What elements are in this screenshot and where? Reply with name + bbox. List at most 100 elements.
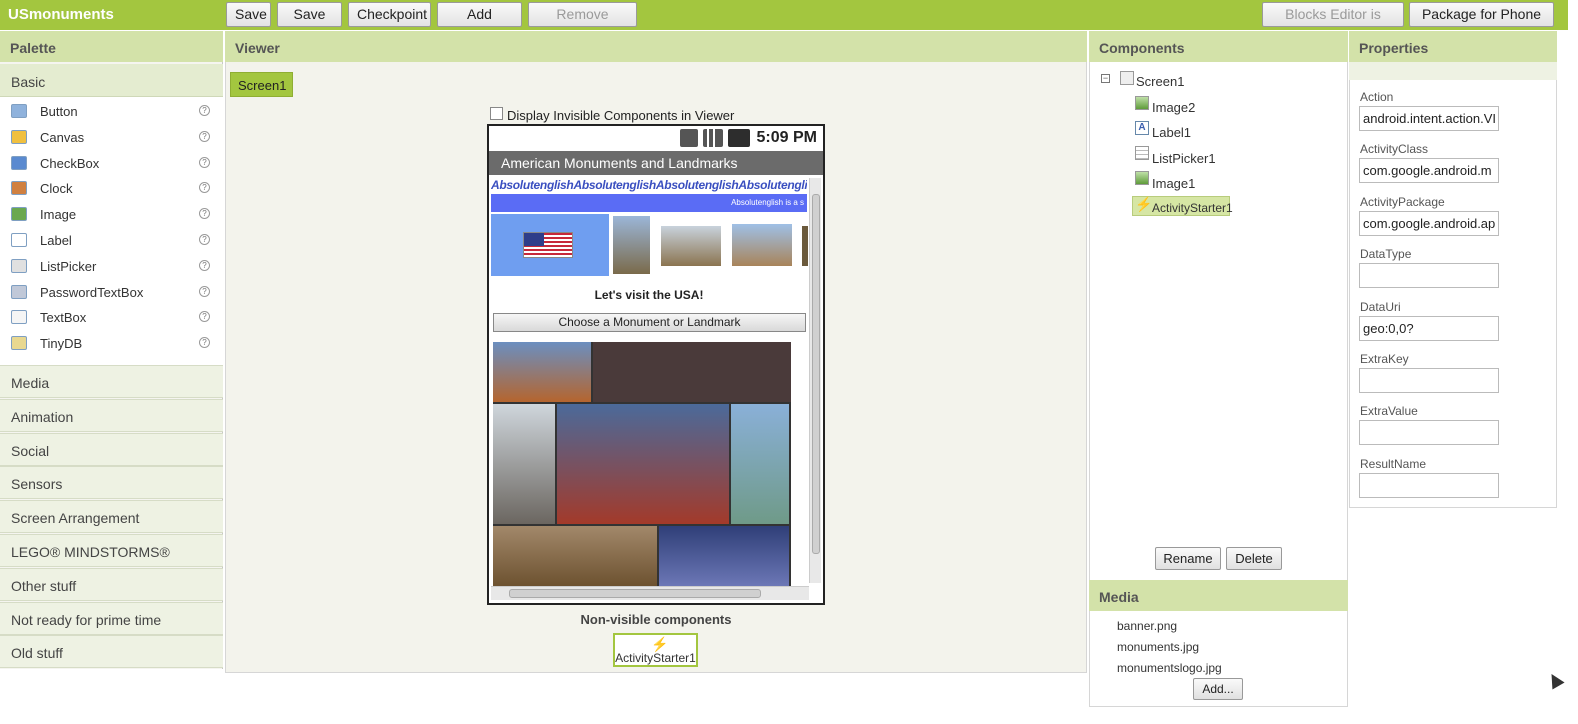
password-icon xyxy=(11,284,27,299)
palette-category-4[interactable]: Screen Arrangement xyxy=(0,500,223,534)
palette-item-label: TinyDB xyxy=(40,336,83,352)
media-file-monuments[interactable]: monuments.jpg xyxy=(1117,640,1199,654)
palette-item-tinydb[interactable]: TinyDB? xyxy=(0,332,223,358)
vertical-scroll-thumb[interactable] xyxy=(812,194,820,554)
clock-icon xyxy=(11,181,27,196)
media-header: Media xyxy=(1089,580,1348,611)
palette-item-listpicker[interactable]: ListPicker? xyxy=(0,255,223,281)
listpicker-icon xyxy=(1135,146,1149,160)
monument-thumb-1 xyxy=(613,216,650,274)
tree-item-image2[interactable]: Image2 xyxy=(1150,97,1197,117)
status-time: 5:09 PM xyxy=(756,129,817,146)
palette-item-label: Button xyxy=(40,104,78,119)
horizontal-scroll-thumb[interactable] xyxy=(509,589,761,598)
help-icon[interactable]: ? xyxy=(199,182,210,194)
help-icon[interactable]: ? xyxy=(199,285,210,297)
add-screen-button[interactable]: Add Screen xyxy=(437,2,522,45)
palette-category-0[interactable]: Media xyxy=(0,365,223,398)
help-icon[interactable]: ? xyxy=(199,337,210,349)
palette-category-basic[interactable]: Basic xyxy=(0,64,223,97)
property-input-resultname[interactable] xyxy=(1359,472,1499,498)
display-invisible-checkbox[interactable] xyxy=(490,107,503,120)
property-input-extravalue[interactable] xyxy=(1359,420,1499,446)
help-icon[interactable]: ? xyxy=(199,234,210,245)
palette-item-label: Image xyxy=(40,207,77,223)
palette-category-7[interactable]: Not ready for prime time xyxy=(0,601,223,635)
phone-horizontal-scrollbar[interactable] xyxy=(491,586,809,600)
save-button[interactable]: Save xyxy=(226,2,271,27)
property-label: Action xyxy=(1360,90,1394,104)
property-input-extrakey[interactable] xyxy=(1359,368,1499,393)
image-icon xyxy=(1135,171,1149,185)
listpicker1-button[interactable]: Choose a Monument or Landmark xyxy=(493,313,806,332)
palette-category-2[interactable]: Social xyxy=(0,432,223,466)
image1-collage[interactable] xyxy=(493,342,791,586)
screen1-tab[interactable]: Screen1 xyxy=(230,72,293,97)
palette-item-button[interactable]: Button? xyxy=(0,100,223,126)
tree-item-activitystarter1[interactable]: ActivityStarter1 xyxy=(1150,198,1235,218)
banner-image-text: AbsolutenglishAbsolutenglishAbsolutengli… xyxy=(491,178,807,192)
palette-category-1[interactable]: Animation xyxy=(0,398,223,432)
tree-item-image1[interactable]: Image1 xyxy=(1150,173,1197,193)
palette-category-3[interactable]: Sensors xyxy=(0,466,223,500)
remove-screen-button[interactable]: Remove Screen xyxy=(528,2,637,45)
property-input-datatype[interactable] xyxy=(1359,263,1499,289)
monument-thumb-3 xyxy=(732,224,792,266)
palette-item-label[interactable]: Label? xyxy=(0,229,223,255)
help-icon[interactable]: ? xyxy=(199,259,210,271)
button-icon xyxy=(11,104,27,118)
canvas-icon xyxy=(11,129,27,144)
network-g-icon xyxy=(680,129,698,147)
checkpoint-button[interactable]: Checkpoint xyxy=(348,2,431,27)
property-input-datauri[interactable]: geo:0,0? xyxy=(1359,315,1499,341)
times-square-photo xyxy=(557,404,729,524)
image2-flag[interactable] xyxy=(491,214,609,276)
help-icon[interactable]: ? xyxy=(199,311,210,323)
palette-item-checkbox[interactable]: CheckBox? xyxy=(0,152,223,178)
help-icon[interactable]: ? xyxy=(199,156,210,168)
checkbox-icon xyxy=(11,155,27,170)
delete-button[interactable]: Delete xyxy=(1226,547,1282,570)
palette-category-6[interactable]: Other stuff xyxy=(0,567,223,601)
walk-of-fame-photo xyxy=(593,342,791,402)
phone-preview: 5:09 PM American Monuments and Landmarks… xyxy=(487,124,825,605)
battery-icon xyxy=(728,129,750,147)
property-input-activityclass[interactable]: com.google.android.m xyxy=(1359,158,1499,184)
us-flag-icon xyxy=(523,232,573,258)
collapse-icon[interactable]: − xyxy=(1101,74,1110,83)
palette-item-textbox[interactable]: TextBox? xyxy=(0,306,223,332)
property-input-activitypackage[interactable]: com.google.android.ap xyxy=(1359,210,1499,236)
property-input-action[interactable]: android.intent.action.VI xyxy=(1359,106,1499,131)
palette-item-clock[interactable]: Clock? xyxy=(0,177,223,203)
rename-button[interactable]: Rename xyxy=(1155,547,1221,570)
palette-category-5[interactable]: LEGO® MINDSTORMS® xyxy=(0,534,223,567)
empire-state-photo xyxy=(659,526,789,586)
blocks-editor-button[interactable]: Blocks Editor is open xyxy=(1262,2,1404,45)
tree-item-label1[interactable]: Label1 xyxy=(1150,122,1193,142)
palette-item-image[interactable]: Image? xyxy=(0,203,223,229)
palette-category-8[interactable]: Old stuff xyxy=(0,635,223,669)
help-icon[interactable]: ? xyxy=(199,130,210,142)
phone-vertical-scrollbar[interactable] xyxy=(809,178,821,583)
nonvisible-activitystarter1[interactable]: ⚡ ActivityStarter1 xyxy=(613,633,698,667)
palette-item-canvas[interactable]: Canvas? xyxy=(0,126,223,152)
image-icon xyxy=(11,207,27,222)
help-icon[interactable]: ? xyxy=(199,208,210,220)
status-bar: 5:09 PM xyxy=(489,126,823,151)
save-as-button[interactable]: Save As xyxy=(277,2,342,45)
property-label: ExtraValue xyxy=(1360,404,1418,419)
package-for-phone-button[interactable]: Package for Phone ▾ xyxy=(1409,2,1554,45)
statue-of-liberty-photo xyxy=(731,404,789,524)
nonvisible-item-label: ActivityStarter1 xyxy=(615,651,696,665)
nonvisible-components-title: Non-visible components xyxy=(580,612,732,627)
palette-basic-list: Button? Canvas? CheckBox? Clock? Image? Label… xyxy=(0,97,223,365)
textbox-icon xyxy=(11,310,27,325)
palette-item-passwordtextbox[interactable]: PasswordTextBox? xyxy=(0,281,223,307)
media-file-monumentslogo[interactable]: monumentslogo.jpg xyxy=(1117,661,1222,675)
tree-item-listpicker1[interactable]: ListPicker1 xyxy=(1150,148,1218,168)
display-invisible-label: Display Invisible Components in Viewer xyxy=(507,108,735,123)
tree-item-screen1[interactable]: Screen1 xyxy=(1134,71,1186,91)
add-media-button[interactable]: Add... xyxy=(1193,678,1243,700)
media-file-banner[interactable]: banner.png xyxy=(1117,619,1177,633)
help-icon[interactable]: ? xyxy=(199,105,210,116)
